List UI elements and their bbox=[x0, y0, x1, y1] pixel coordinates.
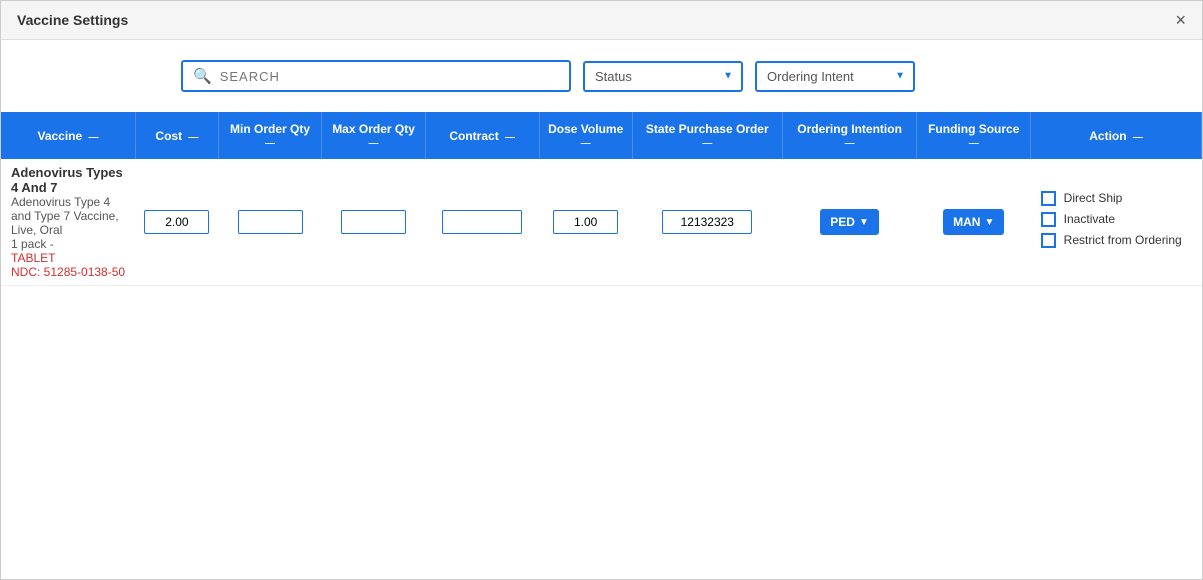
ordering-intention-button[interactable]: PED ▼ bbox=[820, 209, 879, 235]
vaccine-type: TABLET bbox=[11, 251, 128, 265]
direct-ship-label: Direct Ship bbox=[1064, 191, 1123, 205]
col-header-ordering: Ordering Intention — bbox=[782, 112, 917, 159]
max-qty-input[interactable] bbox=[341, 210, 406, 234]
contract-cell bbox=[425, 159, 539, 286]
toolbar: 🔍 Status Ordering Intent bbox=[1, 40, 1202, 112]
col-header-maxqty: Max Order Qty — bbox=[322, 112, 425, 159]
state-purchase-cell bbox=[632, 159, 782, 286]
action-cell: Direct Ship Inactivate Restrict from Ord… bbox=[1031, 159, 1202, 286]
col-header-cost: Cost — bbox=[136, 112, 219, 159]
inactivate-label: Inactivate bbox=[1064, 212, 1115, 226]
dose-volume-cell bbox=[539, 159, 632, 286]
action-direct-ship: Direct Ship bbox=[1041, 191, 1194, 206]
ordering-intent-dropdown-wrapper: Ordering Intent bbox=[755, 61, 915, 92]
funding-source-cell: MAN ▼ bbox=[917, 159, 1031, 286]
search-icon: 🔍 bbox=[193, 67, 212, 85]
vaccine-name: Adenovirus Types 4 And 7 bbox=[11, 165, 128, 195]
vaccine-table: Vaccine — Cost — Min Order Qty — Max Ord… bbox=[1, 112, 1202, 286]
direct-ship-checkbox[interactable] bbox=[1041, 191, 1056, 206]
col-header-minqty: Min Order Qty — bbox=[218, 112, 321, 159]
state-purchase-input[interactable] bbox=[662, 210, 752, 234]
funding-source-value: MAN bbox=[953, 215, 980, 229]
inactivate-checkbox[interactable] bbox=[1041, 212, 1056, 227]
table-container: Vaccine — Cost — Min Order Qty — Max Ord… bbox=[1, 112, 1202, 579]
contract-input[interactable] bbox=[442, 210, 522, 234]
vaccine-pack: 1 pack - bbox=[11, 237, 128, 251]
table-row: Adenovirus Types 4 And 7 Adenovirus Type… bbox=[1, 159, 1202, 286]
max-qty-cell bbox=[322, 159, 425, 286]
vaccine-ndc: NDC: 51285-0138-50 bbox=[11, 265, 128, 279]
status-dropdown-wrapper: Status bbox=[583, 61, 743, 92]
modal-header: Vaccine Settings × bbox=[1, 1, 1202, 40]
vaccine-cell: Adenovirus Types 4 And 7 Adenovirus Type… bbox=[1, 159, 136, 286]
ordering-intention-cell: PED ▼ bbox=[782, 159, 917, 286]
cost-cell bbox=[136, 159, 219, 286]
col-header-statepurch: State Purchase Order — bbox=[632, 112, 782, 159]
col-header-vaccine: Vaccine — bbox=[1, 112, 136, 159]
col-header-action: Action — bbox=[1031, 112, 1202, 159]
min-qty-input[interactable] bbox=[238, 210, 303, 234]
restrict-ordering-checkbox[interactable] bbox=[1041, 233, 1056, 248]
modal-title: Vaccine Settings bbox=[17, 12, 128, 28]
ordering-intention-value: PED bbox=[830, 215, 855, 229]
col-header-dosevol: Dose Volume — bbox=[539, 112, 632, 159]
vaccine-detail: Adenovirus Type 4 and Type 7 Vaccine, Li… bbox=[11, 195, 128, 237]
ordering-intent-dropdown[interactable]: Ordering Intent bbox=[755, 61, 915, 92]
close-button[interactable]: × bbox=[1175, 11, 1186, 29]
action-inactivate: Inactivate bbox=[1041, 212, 1194, 227]
col-header-contract: Contract — bbox=[425, 112, 539, 159]
ordering-intention-arrow: ▼ bbox=[859, 217, 869, 228]
status-dropdown[interactable]: Status bbox=[583, 61, 743, 92]
table-header-row: Vaccine — Cost — Min Order Qty — Max Ord… bbox=[1, 112, 1202, 159]
funding-source-button[interactable]: MAN ▼ bbox=[943, 209, 1004, 235]
action-restrict-ordering: Restrict from Ordering bbox=[1041, 233, 1194, 248]
search-wrapper: 🔍 bbox=[181, 60, 571, 92]
min-qty-cell bbox=[218, 159, 321, 286]
funding-source-arrow: ▼ bbox=[984, 217, 994, 228]
search-input[interactable] bbox=[220, 69, 559, 84]
vaccine-settings-modal: Vaccine Settings × 🔍 Status Ordering Int… bbox=[0, 0, 1203, 580]
dose-volume-input[interactable] bbox=[553, 210, 618, 234]
modal-body: 🔍 Status Ordering Intent Vacc bbox=[1, 40, 1202, 579]
cost-input[interactable] bbox=[144, 210, 209, 234]
col-header-funding: Funding Source — bbox=[917, 112, 1031, 159]
restrict-ordering-label: Restrict from Ordering bbox=[1064, 233, 1182, 247]
